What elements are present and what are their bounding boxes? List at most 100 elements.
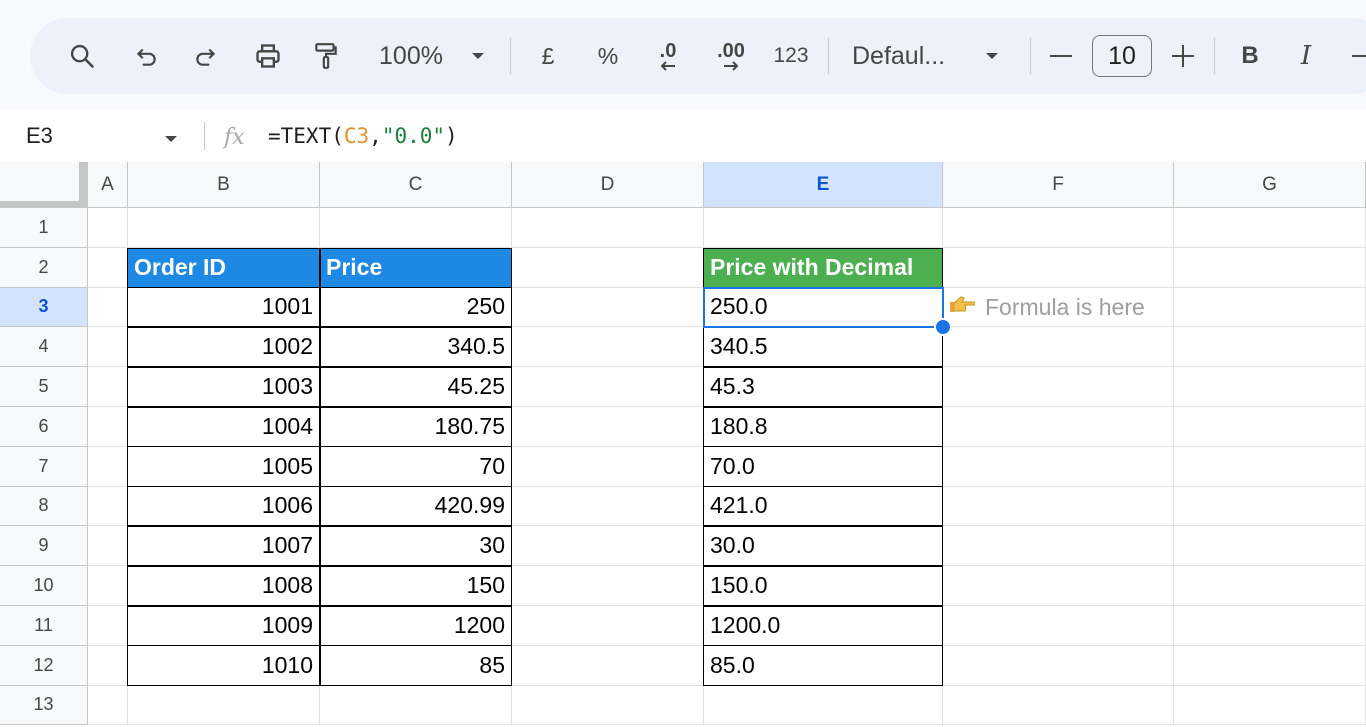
column-header-c[interactable]: C [320, 162, 512, 208]
cell-b4[interactable]: 1002 [128, 327, 320, 368]
cell-g12[interactable] [1174, 645, 1366, 686]
cell-f8[interactable] [943, 486, 1174, 527]
cell-e6[interactable]: 180.8 [704, 407, 943, 447]
cell-f2[interactable] [943, 247, 1174, 288]
cell-d6[interactable] [512, 407, 704, 447]
cell-c10[interactable]: 150 [320, 566, 512, 606]
cell-b9[interactable]: 1007 [128, 526, 320, 567]
currency-button[interactable]: £ [530, 18, 566, 94]
cell-d13[interactable] [512, 685, 704, 726]
print-icon[interactable] [246, 18, 290, 94]
cell-d10[interactable] [512, 566, 704, 606]
row-header-12[interactable]: 12 [0, 645, 88, 686]
column-header-b[interactable]: B [128, 162, 320, 208]
cell-b5[interactable]: 1003 [128, 367, 320, 407]
strikethrough-icon[interactable] [1346, 18, 1366, 94]
cell-d11[interactable] [512, 606, 704, 646]
font-select[interactable]: Defaul... [852, 18, 962, 94]
cell-d4[interactable] [512, 327, 704, 368]
cell-c12[interactable]: 85 [320, 645, 512, 686]
italic-button[interactable]: I [1290, 18, 1322, 94]
cell-a5[interactable] [88, 367, 128, 407]
cell-a4[interactable] [88, 327, 128, 368]
cell-f5[interactable] [943, 367, 1174, 407]
cell-a2[interactable] [88, 247, 128, 288]
cell-b13[interactable] [128, 685, 320, 726]
cell-g3[interactable] [1174, 287, 1366, 328]
cell-e4[interactable]: 340.5 [704, 327, 943, 368]
row-header-2[interactable]: 2 [0, 247, 88, 288]
undo-icon[interactable] [126, 18, 166, 94]
cell-b12[interactable]: 1010 [128, 645, 320, 686]
cell-e10[interactable]: 150.0 [704, 566, 943, 606]
cell-f1[interactable] [943, 208, 1174, 248]
decrease-decimal-button[interactable]: .0 [644, 18, 692, 94]
row-header-4[interactable]: 4 [0, 327, 88, 368]
cell-a1[interactable] [88, 208, 128, 248]
cell-f10[interactable] [943, 566, 1174, 606]
cell-f4[interactable] [943, 327, 1174, 368]
column-header-g[interactable]: G [1174, 162, 1366, 208]
cell-g11[interactable] [1174, 606, 1366, 646]
cell-e8[interactable]: 421.0 [704, 486, 943, 527]
column-header-d[interactable]: D [512, 162, 704, 208]
cell-e13[interactable] [704, 685, 943, 726]
cell-f12[interactable] [943, 645, 1174, 686]
name-box-dropdown-icon[interactable] [164, 131, 178, 149]
cell-b7[interactable]: 1005 [128, 446, 320, 487]
cell-f7[interactable] [943, 446, 1174, 487]
formula-input[interactable]: =TEXT(C3,"0.0") [268, 110, 458, 162]
cell-d8[interactable] [512, 486, 704, 527]
cell-e1[interactable] [704, 208, 943, 248]
font-dropdown-icon[interactable] [980, 18, 1004, 94]
row-header-11[interactable]: 11 [0, 606, 88, 646]
search-menus-icon[interactable] [60, 18, 104, 94]
column-header-a[interactable]: A [88, 162, 128, 208]
cell-g1[interactable] [1174, 208, 1366, 248]
freeze-column-handle[interactable] [79, 162, 87, 208]
cell-b6[interactable]: 1004 [128, 407, 320, 447]
cell-a6[interactable] [88, 407, 128, 447]
cell-g10[interactable] [1174, 566, 1366, 606]
cell-g2[interactable] [1174, 247, 1366, 288]
cell-b8[interactable]: 1006 [128, 486, 320, 527]
redo-icon[interactable] [186, 18, 226, 94]
row-header-5[interactable]: 5 [0, 367, 88, 407]
cell-e7[interactable]: 70.0 [704, 446, 943, 487]
cell-f11[interactable] [943, 606, 1174, 646]
cell-a8[interactable] [88, 486, 128, 527]
font-size-input[interactable]: 10 [1092, 35, 1152, 77]
cell-a3[interactable] [88, 287, 128, 328]
percent-button[interactable]: % [588, 18, 628, 94]
select-all-corner[interactable] [0, 162, 88, 208]
cell-f9[interactable] [943, 526, 1174, 567]
cell-e9[interactable]: 30.0 [704, 526, 943, 567]
cell-g5[interactable] [1174, 367, 1366, 407]
cell-c9[interactable]: 30 [320, 526, 512, 567]
row-header-8[interactable]: 8 [0, 486, 88, 527]
cell-c3[interactable]: 250 [320, 287, 512, 328]
cell-b3[interactable]: 1001 [128, 287, 320, 328]
cell-f6[interactable] [943, 407, 1174, 447]
zoom-dropdown-icon[interactable] [466, 18, 490, 94]
cell-d3[interactable] [512, 287, 704, 328]
cell-e3[interactable]: 250.0 [704, 287, 943, 328]
cell-d1[interactable] [512, 208, 704, 248]
cell-c11[interactable]: 1200 [320, 606, 512, 646]
row-header-10[interactable]: 10 [0, 566, 88, 606]
cell-e5[interactable]: 45.3 [704, 367, 943, 407]
cell-d12[interactable] [512, 645, 704, 686]
name-box[interactable]: E3 [26, 110, 53, 162]
increase-font-size-icon[interactable] [1166, 18, 1200, 94]
cell-g7[interactable] [1174, 446, 1366, 487]
cell-b10[interactable]: 1008 [128, 566, 320, 606]
cell-b1[interactable] [128, 208, 320, 248]
freeze-row-handle[interactable] [0, 201, 80, 207]
column-header-f[interactable]: F [943, 162, 1174, 208]
decrease-font-size-icon[interactable] [1044, 18, 1078, 94]
cell-g6[interactable] [1174, 407, 1366, 447]
cell-g4[interactable] [1174, 327, 1366, 368]
cell-g9[interactable] [1174, 526, 1366, 567]
cell-d2[interactable] [512, 247, 704, 288]
cell-a13[interactable] [88, 685, 128, 726]
